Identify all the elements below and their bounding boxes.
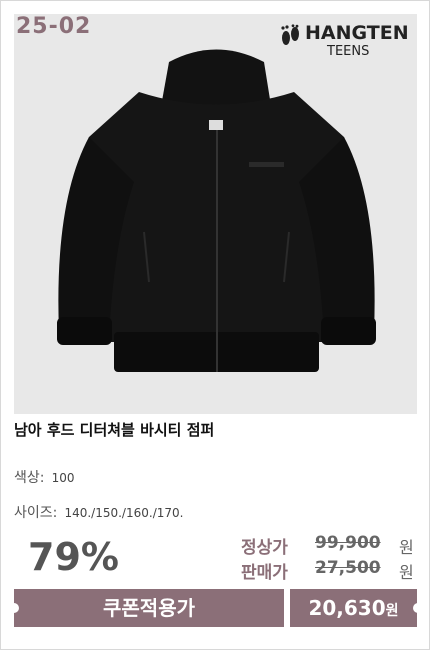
- regular-price-label: 정상가: [241, 538, 288, 558]
- product-card[interactable]: 25-02 HANGTEN TEENS 남아 후드 디터쳐블 바시티 점퍼 색상…: [0, 0, 430, 650]
- coupon-price: 20,630원: [290, 589, 417, 627]
- color-label: 색상: [14, 470, 40, 486]
- size-label: 사이즈: [14, 505, 53, 521]
- regular-currency: 원: [399, 538, 414, 557]
- color-value: 100: [51, 471, 75, 485]
- color-row: 색상: 100: [14, 470, 75, 486]
- ticket-notch-right: [413, 603, 423, 613]
- sale-price-label: 판매가: [241, 563, 288, 583]
- coupon-label: 쿠폰적용가: [103, 596, 195, 620]
- coupon-price-value: 20,630: [308, 596, 386, 620]
- brand-name: HANGTEN: [305, 22, 409, 44]
- coupon-bar: 쿠폰적용가: [14, 589, 284, 627]
- sale-currency: 원: [399, 563, 414, 582]
- product-title[interactable]: 남아 후드 디터쳐블 바시티 점퍼: [14, 419, 214, 440]
- size-value: 140./150./160./170.: [64, 506, 184, 520]
- regular-price: 99,900: [315, 533, 381, 553]
- size-row: 사이즈: 140./150./160./170.: [14, 505, 184, 521]
- season-badge: 25-02: [16, 14, 92, 39]
- sale-price: 27,500: [315, 558, 381, 578]
- discount-rate: 79%: [28, 535, 119, 579]
- coupon-currency: 원: [385, 603, 399, 619]
- ticket-notch-left: [9, 603, 19, 613]
- jacket-image: [57, 49, 376, 372]
- coupon-price-bar: 20,630원: [290, 589, 417, 627]
- product-photo[interactable]: 25-02 HANGTEN TEENS: [14, 14, 417, 414]
